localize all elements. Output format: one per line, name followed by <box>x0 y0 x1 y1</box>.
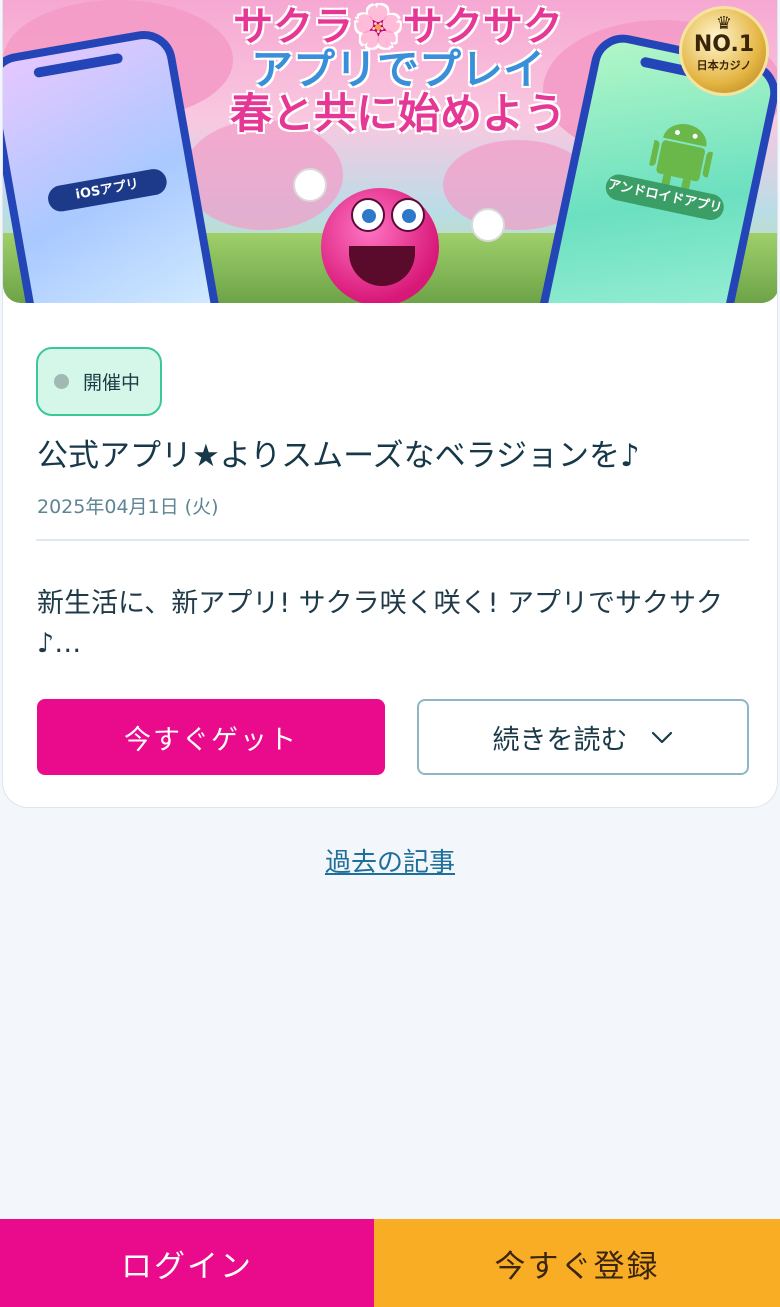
glove-right-icon <box>471 208 505 242</box>
login-button[interactable]: ログイン <box>0 1219 374 1307</box>
banner-title: サクラ🌸サクサク アプリでプレイ 春と共に始めよう <box>198 6 598 136</box>
article-title: 公式アプリ★よりスムーズなベラジョンを♪ <box>37 438 640 474</box>
article-excerpt: 新生活に、新アプリ! サクラ咲く咲く! アプリでサクサク♪… <box>37 588 724 659</box>
register-button[interactable]: 今すぐ登録 <box>374 1219 780 1307</box>
login-label: ログイン <box>121 1248 253 1285</box>
ios-app-tag: iOSアプリ <box>46 167 169 214</box>
divider <box>36 539 749 541</box>
article-card: iOSアプリ アンドロイドアプリ サクラ🌸サクサク アプリでプレイ 春と共に始め… <box>2 0 778 808</box>
chevron-down-icon <box>651 731 672 744</box>
crown-icon: ♛ <box>715 13 733 34</box>
get-now-label: 今すぐゲット <box>124 724 298 756</box>
banner-title-line1: サクラ🌸サクサク <box>233 4 563 50</box>
glove-left-icon <box>293 168 327 202</box>
register-label: 今すぐ登録 <box>494 1248 660 1285</box>
get-now-button[interactable]: 今すぐゲット <box>37 699 385 775</box>
banner-title-line3: 春と共に始めよう <box>229 89 566 139</box>
banner-title-line2: アプリでプレイ <box>250 45 545 94</box>
no1-badge: ♛ NO.1 日本カジノ <box>679 6 769 96</box>
article-date: 2025年04月1日 (火) <box>37 496 219 518</box>
footer-bar: ログイン 今すぐ登録 <box>0 1219 780 1307</box>
badge-no: NO.1 <box>693 32 755 57</box>
read-more-label: 続きを読む <box>492 724 628 756</box>
status-dot-icon <box>54 374 69 389</box>
mascot-character <box>321 188 439 303</box>
status-badge: 開催中 <box>36 347 162 416</box>
status-label: 開催中 <box>83 372 141 394</box>
badge-sub: 日本カジノ <box>696 59 752 73</box>
promo-banner[interactable]: iOSアプリ アンドロイドアプリ サクラ🌸サクサク アプリでプレイ 春と共に始め… <box>3 0 777 303</box>
past-articles-link[interactable]: 過去の記事 <box>0 842 780 879</box>
read-more-button[interactable]: 続きを読む <box>417 699 749 775</box>
